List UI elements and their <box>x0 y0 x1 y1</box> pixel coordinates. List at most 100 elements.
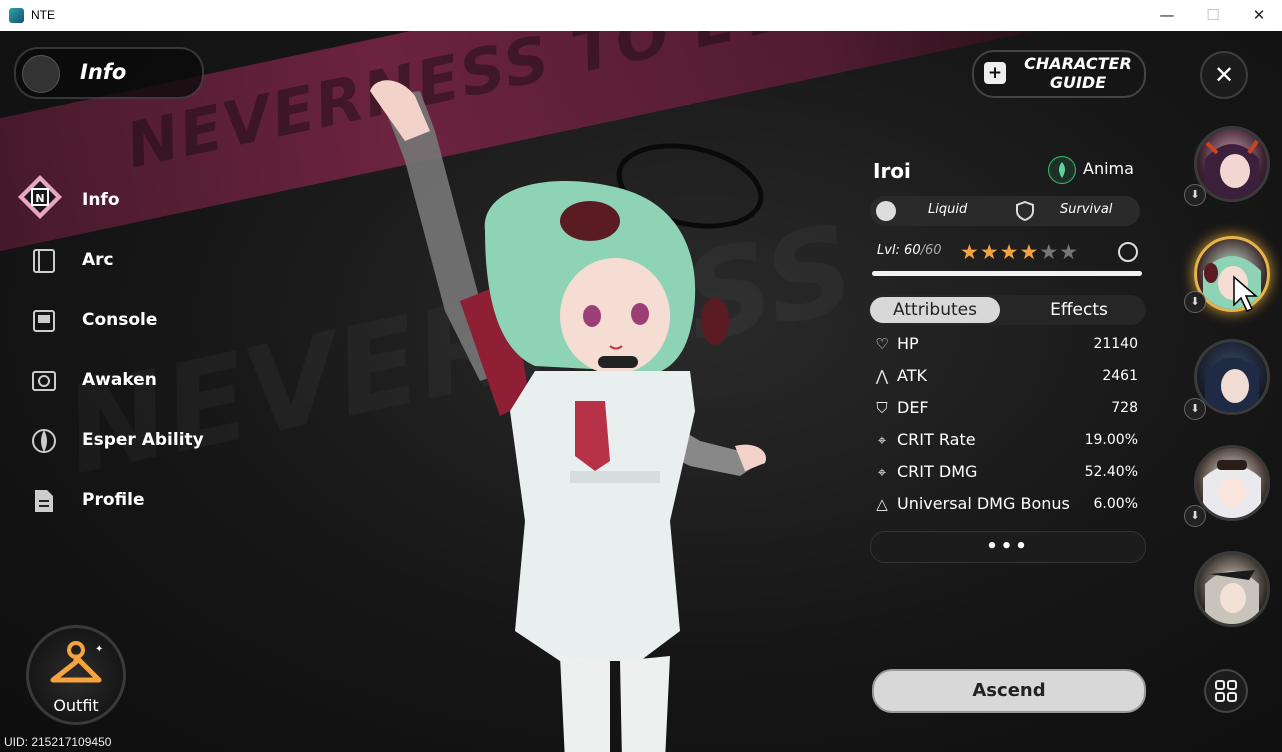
nav-label: Profile <box>82 490 145 510</box>
app-icon <box>9 8 24 23</box>
uid-label: UID: 215217109450 <box>4 735 112 749</box>
nav-item-profile[interactable]: Profile <box>26 481 246 521</box>
stats-tabs: Attributes Effects <box>868 295 1146 325</box>
nav-label: Console <box>82 310 158 330</box>
stat-row-atk: ⋀ ATK 2461 <box>872 362 1138 390</box>
more-stats-button[interactable]: ••• <box>870 531 1146 563</box>
tag-liquid: Liquid <box>870 196 1008 226</box>
nav-item-awaken[interactable]: Awaken <box>26 361 246 401</box>
window-titlebar: NTE — ☐ ✕ <box>0 0 1282 32</box>
download-icon[interactable]: ⬇ <box>1184 291 1206 313</box>
stat-value: 6.00% <box>1093 496 1138 512</box>
character-name: Iroi <box>873 159 911 183</box>
svg-text:N: N <box>35 192 44 205</box>
page-title: Info <box>80 60 127 84</box>
player-avatar <box>22 55 60 93</box>
portrait-4 <box>1203 460 1261 518</box>
roster-character-3[interactable] <box>1194 339 1270 415</box>
portrait-1 <box>1205 139 1259 199</box>
universal-dmg-icon: △ <box>876 495 888 513</box>
download-icon[interactable]: ⬇ <box>1184 398 1206 420</box>
roster-character-5[interactable] <box>1194 551 1270 627</box>
stat-row-universal-dmg-bonus: △ Universal DMG Bonus 6.00% <box>872 490 1138 518</box>
grid-menu-button[interactable] <box>1204 669 1248 713</box>
character-guide-button[interactable]: + CHARACTER GUIDE <box>972 50 1146 98</box>
tag-label: Survival <box>1060 202 1113 217</box>
nav-item-info[interactable]: N Info <box>18 175 246 221</box>
window-title: NTE <box>31 8 55 22</box>
tag-label: Liquid <box>928 202 968 217</box>
hp-icon: ♡ <box>875 335 889 353</box>
nav-item-esper-ability[interactable]: Esper Ability <box>26 421 246 461</box>
maximize-button[interactable]: ☐ <box>1190 0 1236 31</box>
shield-icon <box>1016 201 1034 221</box>
info-icon: N <box>18 175 62 219</box>
stat-name: HP <box>897 334 919 353</box>
console-icon <box>33 310 55 332</box>
guide-label-line1: CHARACTER <box>1024 54 1132 73</box>
nav-item-console[interactable]: Console <box>26 301 246 341</box>
stat-name: Universal DMG Bonus <box>897 494 1070 513</box>
level-progress-fill <box>872 271 1142 276</box>
stat-value: 52.40% <box>1084 464 1138 480</box>
stat-row-crit-dmg: ⌖ CRIT DMG 52.40% <box>872 458 1138 486</box>
nav-item-arc[interactable]: Arc <box>26 241 246 281</box>
outfit-button[interactable]: ✦ Outfit <box>26 625 126 725</box>
esper-ability-icon <box>32 429 56 453</box>
stars-filled: ★★★★ <box>960 240 1040 264</box>
window-close-button[interactable]: ✕ <box>1236 0 1282 31</box>
guide-label-line2: GUIDE <box>1049 73 1107 92</box>
tab-effects[interactable]: Effects <box>1014 297 1144 323</box>
guide-label: CHARACTER GUIDE <box>1020 54 1136 92</box>
outfit-label: Outfit <box>53 696 99 715</box>
game-viewport: NEVERNESS TO EVERNESS NEVERNESS <box>0 31 1282 752</box>
stat-row-hp: ♡ HP 21140 <box>872 330 1138 358</box>
stat-name: DEF <box>897 398 929 417</box>
stat-value: 728 <box>1111 400 1138 416</box>
arc-icon <box>33 249 55 273</box>
download-icon[interactable]: ⬇ <box>1184 184 1206 206</box>
roster-character-4[interactable] <box>1194 445 1270 521</box>
stat-name: CRIT DMG <box>897 462 978 481</box>
character-tags: Liquid Survival <box>870 196 1140 226</box>
nav-label: Esper Ability <box>82 430 204 450</box>
level-readout: Lvl: 60/60 <box>877 243 942 258</box>
crit-dmg-icon: ⌖ <box>877 463 887 481</box>
nav-label: Info <box>82 190 120 210</box>
liquid-icon <box>876 201 896 221</box>
level-info-icon[interactable] <box>1118 242 1138 262</box>
minimize-button[interactable]: — <box>1144 0 1190 31</box>
stat-name: CRIT Rate <box>897 430 976 449</box>
atk-icon: ⋀ <box>875 367 889 385</box>
info-header[interactable]: Info <box>14 47 204 99</box>
level-progress-bar <box>872 271 1142 276</box>
stat-value: 2461 <box>1102 368 1138 384</box>
nav-label: Awaken <box>82 370 157 390</box>
stat-name: ATK <box>897 366 927 385</box>
profile-icon <box>35 490 53 512</box>
tab-attributes[interactable]: Attributes <box>870 297 1000 323</box>
character-model <box>370 80 766 752</box>
ascend-button[interactable]: Ascend <box>872 669 1146 713</box>
level-current: Lvl: 60 <box>877 243 921 258</box>
hanger-icon: ✦ <box>50 641 103 683</box>
nav-label: Arc <box>82 250 114 270</box>
grid-icon <box>1215 680 1237 702</box>
crit-rate-icon: ⌖ <box>877 431 887 449</box>
tag-survival: Survival <box>1012 196 1140 226</box>
download-icon[interactable]: ⬇ <box>1184 505 1206 527</box>
stat-value: 21140 <box>1093 336 1138 352</box>
awaken-icon <box>32 371 56 391</box>
star-rating: ★★★★★★ <box>960 240 1079 264</box>
mouse-cursor-icon <box>1233 275 1258 312</box>
stat-row-def: ⛉ DEF 728 <box>872 394 1138 422</box>
stars-empty: ★★ <box>1039 240 1079 264</box>
close-button[interactable]: ✕ <box>1200 51 1248 99</box>
svg-text:✦: ✦ <box>95 644 103 655</box>
element-label: Anima <box>1083 159 1134 178</box>
level-max: /60 <box>920 243 942 258</box>
portrait-3 <box>1205 357 1259 412</box>
guide-book-icon: + <box>984 62 1006 84</box>
stat-row-crit-rate: ⌖ CRIT Rate 19.00% <box>872 426 1138 454</box>
stat-value: 19.00% <box>1084 432 1138 448</box>
